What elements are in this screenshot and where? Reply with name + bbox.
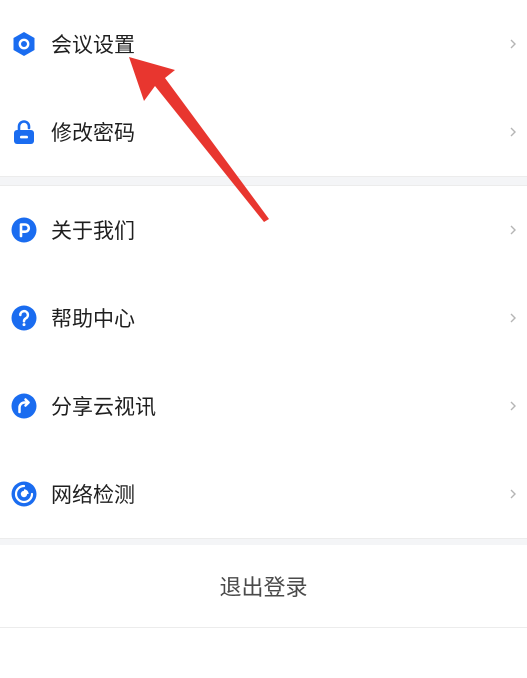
help-icon xyxy=(11,305,37,331)
menu-item-label: 帮助中心 xyxy=(51,307,135,331)
menu-item-label: 关于我们 xyxy=(51,219,135,243)
menu-item-share-app[interactable]: 分享云视讯 xyxy=(0,362,527,450)
logout-button[interactable]: 退出登录 xyxy=(0,545,527,627)
menu-item-label: 网络检测 xyxy=(51,483,135,507)
chevron-right-icon xyxy=(510,127,516,137)
chevron-right-icon xyxy=(510,401,516,411)
network-check-icon xyxy=(11,481,37,507)
chevron-right-icon xyxy=(510,489,516,499)
chevron-right-icon xyxy=(510,225,516,235)
bottom-divider xyxy=(0,627,527,628)
menu-item-network-check[interactable]: 网络检测 xyxy=(0,450,527,538)
chevron-right-icon xyxy=(510,313,516,323)
lock-icon xyxy=(14,120,34,144)
hexagon-settings-icon xyxy=(13,32,35,56)
menu-item-about-us[interactable]: 关于我们 xyxy=(0,186,527,274)
menu-item-label: 分享云视讯 xyxy=(51,395,156,419)
info-p-icon xyxy=(11,217,37,243)
logout-label: 退出登录 xyxy=(219,576,308,601)
share-icon xyxy=(11,393,37,419)
chevron-right-icon xyxy=(510,39,516,49)
menu-item-label: 会议设置 xyxy=(51,33,135,57)
menu-item-change-password[interactable]: 修改密码 xyxy=(0,88,527,176)
menu-item-help-center[interactable]: 帮助中心 xyxy=(0,274,527,362)
section-separator xyxy=(0,177,527,185)
menu-item-label: 修改密码 xyxy=(51,121,135,145)
menu-item-meeting-settings[interactable]: 会议设置 xyxy=(0,0,527,88)
